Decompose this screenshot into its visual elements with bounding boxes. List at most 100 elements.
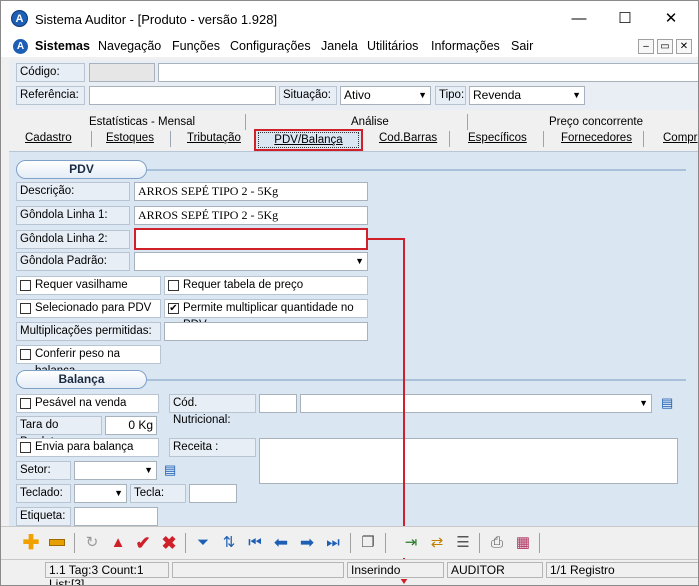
setor-label: Setor:: [16, 461, 71, 480]
next-record-icon[interactable]: ➡: [297, 533, 317, 553]
setor-select[interactable]: ▼: [74, 461, 157, 480]
add-record-icon[interactable]: ✚: [21, 533, 41, 553]
menu-informacoes[interactable]: Informações: [431, 39, 500, 53]
gondola-linha-2-label: Gôndola Linha 2:: [16, 230, 130, 249]
app-menu-icon[interactable]: A: [13, 39, 28, 54]
report-icon[interactable]: ▦: [513, 533, 533, 553]
cod-nutricional-select[interactable]: ▼: [300, 394, 652, 413]
application-window: A Sistema Auditor - [Produto - versão 1.…: [0, 0, 699, 586]
situacao-select[interactable]: Ativo ▼: [340, 86, 431, 105]
last-record-icon[interactable]: ⏭: [323, 533, 343, 553]
refresh-icon[interactable]: ↻: [82, 533, 102, 553]
mdi-close-button[interactable]: ✕: [676, 39, 692, 54]
requer-tabela-preco-checkbox[interactable]: Requer tabela de preço: [164, 276, 368, 295]
maximize-button[interactable]: ☐: [602, 1, 648, 37]
descricao-field[interactable]: ARROS SEPÉ TIPO 2 - 5Kg: [134, 182, 368, 201]
tab-cod-barras[interactable]: Cod.Barras: [379, 132, 437, 144]
receita-textarea[interactable]: [259, 438, 678, 484]
status-mode: Inserindo: [347, 562, 444, 578]
referencia-label: Referência:: [16, 86, 85, 105]
mdi-minimize-button[interactable]: –: [638, 39, 654, 54]
delete-record-icon[interactable]: [47, 533, 67, 553]
transfer-icon[interactable]: ⇄: [427, 533, 447, 553]
selecionado-pdv-checkbox[interactable]: Selecionado para PDV: [16, 299, 161, 318]
sort-icon[interactable]: ⇅: [219, 533, 239, 553]
conferir-peso-checkbox[interactable]: Conferir peso na balança: [16, 345, 161, 377]
codigo-label: Código:: [16, 63, 85, 82]
chevron-down-icon: ▼: [144, 465, 153, 475]
permite-multiplicar-checkbox[interactable]: ✔ Permite multiplicar quantidade no PDV: [164, 299, 368, 331]
referencia-field[interactable]: [89, 86, 276, 105]
tab-especificos[interactable]: Específicos: [468, 132, 527, 144]
checkbox-unchecked-icon: [20, 303, 31, 314]
tab-tributacao[interactable]: Tributação: [187, 132, 241, 144]
cod-nutricional-code-field[interactable]: [259, 394, 297, 413]
tab-estoques[interactable]: Estoques: [106, 132, 154, 144]
situacao-value: Ativo: [344, 88, 371, 102]
codigo-field[interactable]: [158, 63, 698, 82]
tab-preco-concorrente[interactable]: Preço concorrente: [549, 116, 643, 128]
tab-cadastro[interactable]: Cadastro: [25, 132, 72, 144]
gondola-padrao-select[interactable]: ▼: [134, 252, 368, 271]
checkbox-unchecked-icon: [20, 442, 31, 453]
multiplicacoes-field[interactable]: [164, 322, 368, 341]
tecla-field[interactable]: [189, 484, 237, 503]
checkbox-unchecked-icon: [20, 349, 31, 360]
toolbar-separator: [185, 533, 186, 553]
app-logo-icon: A: [11, 10, 28, 27]
lookup-list-icon[interactable]: ▤: [661, 395, 679, 411]
close-button[interactable]: ✕: [648, 1, 694, 37]
lookup-list-icon[interactable]: ▤: [164, 462, 182, 478]
copy-record-icon[interactable]: ❐: [358, 533, 378, 553]
menu-sistemas[interactable]: Sistemas: [35, 39, 90, 53]
status-record-count: 1/1 Registro: [546, 562, 698, 578]
bottom-toolbar: ✚ ↻ ▲ ✔ ✖ ⏷ ⇅ ⏮ ⬅ ➡ ⏭ ❐ ⇥ ⇄ ☰ ⎙ ▦: [1, 526, 698, 558]
menu-utilitarios[interactable]: Utilitários: [367, 39, 418, 53]
menu-configuracoes[interactable]: Configurações: [230, 39, 311, 53]
tab-analise[interactable]: Análise: [351, 116, 389, 128]
first-record-icon[interactable]: ⏮: [245, 533, 265, 553]
menu-navegacao[interactable]: Navegação: [98, 39, 161, 53]
tab-fornecedores[interactable]: Fornecedores: [561, 132, 632, 144]
tara-label: Tara do Produto:: [16, 416, 102, 448]
chevron-down-icon: ▼: [572, 90, 581, 100]
confirm-check-icon[interactable]: ✔: [133, 533, 153, 553]
chevron-down-icon: ▼: [639, 398, 648, 408]
edit-record-icon[interactable]: ▲: [108, 533, 128, 553]
multiplicacoes-label: Multiplicações permitidas:: [16, 322, 161, 341]
teclado-select[interactable]: ▼: [74, 484, 127, 503]
requer-tabela-preco-label: Requer tabela de preço: [183, 279, 304, 291]
previous-record-icon[interactable]: ⬅: [271, 533, 291, 553]
menu-funcoes[interactable]: Funções: [172, 39, 220, 53]
toolbar-separator: [539, 533, 540, 553]
etiqueta-field[interactable]: [74, 507, 158, 526]
status-empty: [172, 562, 344, 578]
print-icon[interactable]: ⎙: [487, 533, 507, 553]
requer-vasilhame-checkbox[interactable]: Requer vasilhame: [16, 276, 161, 295]
pesavel-checkbox[interactable]: Pesável na venda: [16, 394, 159, 413]
menu-janela[interactable]: Janela: [321, 39, 358, 53]
export-icon[interactable]: ⇥: [401, 533, 421, 553]
tab-pdv-balanca[interactable]: PDV/Balança: [254, 129, 363, 151]
balanca-section-divider: [147, 379, 686, 381]
tipo-select[interactable]: Revenda ▼: [469, 86, 585, 105]
list-options-icon[interactable]: ☰: [453, 533, 473, 553]
tara-field[interactable]: 0 Kg: [105, 416, 157, 435]
tab-estatisticas-mensal[interactable]: Estatísticas - Mensal: [89, 116, 195, 128]
situacao-label: Situação:: [279, 86, 337, 105]
toolbar-separator: [74, 533, 75, 553]
gondola-linha-2-field[interactable]: [134, 228, 368, 250]
cancel-x-icon[interactable]: ✖: [159, 533, 179, 553]
checkbox-checked-icon: ✔: [168, 303, 179, 314]
tab-divider: [543, 131, 544, 147]
menu-sair[interactable]: Sair: [511, 39, 533, 53]
chevron-down-icon: ▼: [114, 488, 123, 498]
tab-compras[interactable]: Compr: [663, 132, 698, 144]
envia-balanca-checkbox[interactable]: Envia para balança: [16, 438, 159, 457]
tecla-label: Tecla:: [130, 484, 186, 503]
mdi-restore-button[interactable]: ▭: [657, 39, 673, 54]
gondola-linha-1-field[interactable]: ARROS SEPÉ TIPO 2 - 5Kg: [134, 206, 368, 225]
filter-icon[interactable]: ⏷: [193, 533, 213, 553]
minimize-button[interactable]: —: [556, 1, 602, 37]
gondola-linha-1-label: Gôndola Linha 1:: [16, 206, 130, 225]
